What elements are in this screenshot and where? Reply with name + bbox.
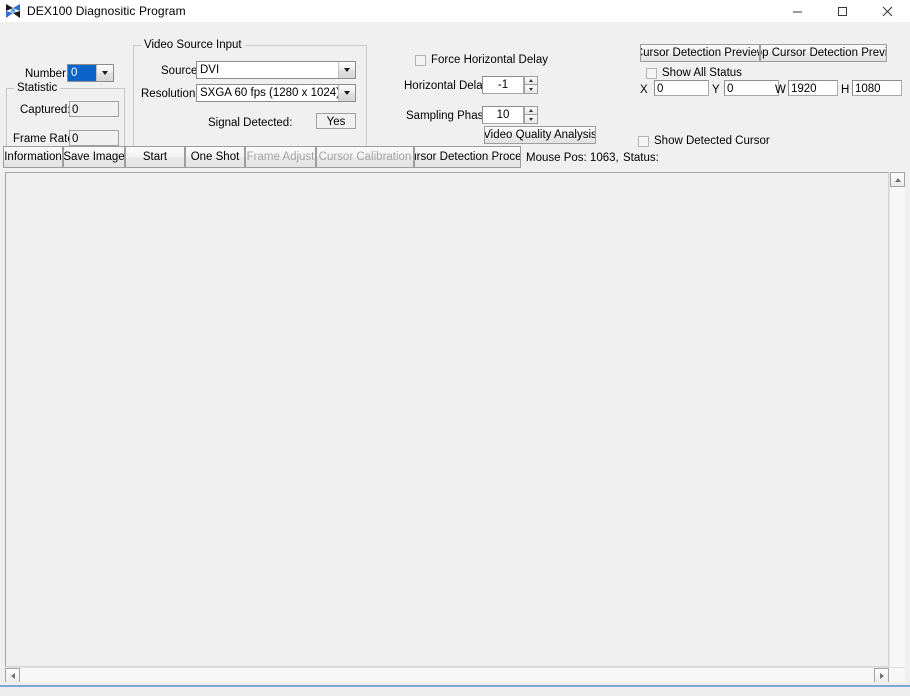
bottom-bar bbox=[0, 682, 910, 696]
video-source-input-title: Video Source Input bbox=[141, 39, 245, 51]
information-button[interactable]: Information bbox=[3, 146, 63, 168]
x-input[interactable]: 0 bbox=[654, 80, 709, 96]
chevron-down-icon[interactable] bbox=[338, 62, 355, 78]
force-horizontal-delay-checkbox[interactable]: Force Horizontal Delay bbox=[415, 54, 548, 66]
checkbox-box bbox=[415, 54, 426, 66]
force-horizontal-delay-label: Force Horizontal Delay bbox=[431, 54, 548, 66]
checkbox-box bbox=[638, 135, 649, 147]
save-image-button[interactable]: Save Image bbox=[63, 146, 125, 168]
number-combo-value: 0 bbox=[68, 65, 96, 81]
source-combo-value: DVI bbox=[200, 64, 220, 76]
sampling-phase-label: Sampling Phase: bbox=[406, 110, 493, 122]
sampling-phase-input[interactable]: 10 bbox=[482, 106, 524, 124]
window-controls bbox=[775, 0, 910, 22]
horizontal-delay-input[interactable]: -1 bbox=[482, 76, 524, 94]
number-combo[interactable]: 0 bbox=[67, 64, 114, 82]
frame-rate-value: 0 bbox=[69, 130, 119, 146]
h-label: H bbox=[841, 84, 850, 96]
y-input[interactable]: 0 bbox=[724, 80, 779, 96]
triangle-right-icon bbox=[879, 673, 884, 679]
cursor-calibration-button: Cursor Calibration bbox=[316, 146, 414, 168]
resolution-label: Resolution: bbox=[141, 88, 199, 100]
status-label: Status: bbox=[623, 152, 659, 164]
w-label: W bbox=[775, 84, 786, 96]
stepper-up-icon[interactable] bbox=[524, 76, 538, 85]
video-source-input-group: Video Source Input Source: DVI Resolutio… bbox=[133, 39, 367, 156]
sampling-phase-stepper[interactable] bbox=[524, 106, 538, 124]
cursor-detection-process-button[interactable]: Cursor Detection Process bbox=[414, 146, 521, 168]
statistic-group-title: Statistic bbox=[14, 82, 61, 94]
checkbox-box bbox=[646, 67, 657, 79]
chevron-down-icon[interactable] bbox=[338, 85, 355, 101]
stepper-down-icon[interactable] bbox=[524, 85, 538, 94]
scroll-up-button[interactable] bbox=[890, 172, 905, 187]
captured-value: 0 bbox=[69, 101, 119, 117]
horizontal-delay-label: Horizontal Delay: bbox=[404, 80, 492, 92]
resolution-combo[interactable]: SXGA 60 fps (1280 x 1024) bbox=[196, 84, 356, 102]
triangle-up-icon bbox=[894, 177, 901, 182]
h-input[interactable]: 1080 bbox=[852, 80, 902, 96]
number-label: Number: bbox=[25, 68, 70, 80]
x-label: X bbox=[640, 84, 648, 96]
app-pinwheel-icon bbox=[5, 3, 21, 19]
show-all-status-checkbox[interactable]: Show All Status bbox=[646, 67, 742, 79]
accent-line bbox=[0, 685, 910, 687]
window-title: DEX100 Diagnositic Program bbox=[27, 4, 186, 18]
video-quality-analysis-button[interactable]: Video Quality Analysis bbox=[484, 126, 596, 144]
title-bar: DEX100 Diagnositic Program bbox=[0, 0, 910, 22]
mouse-position-text: Mouse Pos: 1063, bbox=[526, 152, 619, 164]
show-detected-cursor-label: Show Detected Cursor bbox=[654, 135, 770, 147]
stop-cursor-detection-preview-button[interactable]: Stop Cursor Detection Preview bbox=[760, 44, 887, 62]
signal-detected-value: Yes bbox=[316, 113, 356, 129]
image-viewport[interactable] bbox=[5, 172, 889, 667]
minimize-button[interactable] bbox=[775, 0, 820, 22]
client-area: Number: 0 Statistic Captured: 0 Frame Ra… bbox=[0, 22, 910, 684]
chevron-down-icon[interactable] bbox=[96, 65, 113, 81]
cursor-detection-preview-button[interactable]: Cursor Detection Preview bbox=[640, 44, 760, 62]
source-label: Source: bbox=[161, 65, 201, 77]
captured-label: Captured: bbox=[20, 104, 71, 116]
show-all-status-label: Show All Status bbox=[662, 67, 742, 79]
maximize-button[interactable] bbox=[820, 0, 865, 22]
show-detected-cursor-checkbox[interactable]: Show Detected Cursor bbox=[638, 135, 770, 147]
close-button[interactable] bbox=[865, 0, 910, 22]
frame-adjust-button: Frame Adjust bbox=[245, 146, 316, 168]
stepper-up-icon[interactable] bbox=[524, 106, 538, 115]
vertical-scrollbar[interactable] bbox=[889, 172, 905, 667]
stepper-down-icon[interactable] bbox=[524, 115, 538, 124]
w-input[interactable]: 1920 bbox=[788, 80, 838, 96]
signal-detected-label: Signal Detected: bbox=[208, 117, 293, 129]
horizontal-delay-stepper[interactable] bbox=[524, 76, 538, 94]
resolution-combo-value: SXGA 60 fps (1280 x 1024) bbox=[200, 87, 338, 99]
frame-rate-label: Frame Rate: bbox=[13, 133, 77, 145]
triangle-left-icon bbox=[10, 673, 15, 679]
y-label: Y bbox=[712, 84, 720, 96]
one-shot-button[interactable]: One Shot bbox=[185, 146, 245, 168]
start-button[interactable]: Start bbox=[125, 146, 185, 168]
source-combo[interactable]: DVI bbox=[196, 61, 356, 79]
